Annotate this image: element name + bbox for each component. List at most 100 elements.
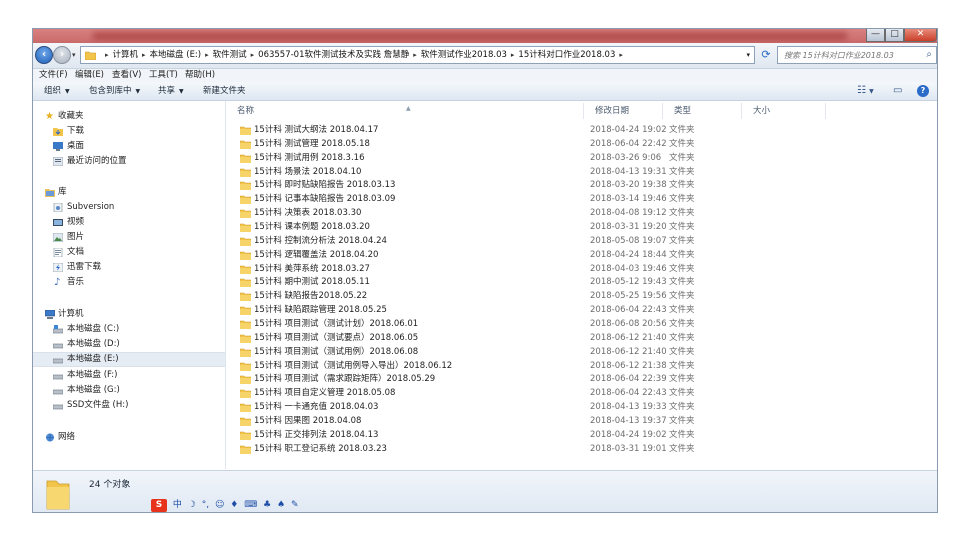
new-folder-button[interactable]: 新建文件夹 [203,82,246,100]
file-type: 文件夹 [669,360,695,371]
table-row[interactable]: 15计科 逻辑覆盖法 2018.04.20 2018-04-24 18:44 文件夹 [226,248,937,262]
table-row[interactable]: 15计科 项目测试（测试计划）2018.06.01 2018-06-08 20:5… [226,317,937,331]
title-bar[interactable]: — □ ✕ [33,29,937,43]
table-row[interactable]: 15计科 控制流分析法 2018.04.24 2018-05-08 19:07 文件… [226,234,937,248]
search-input[interactable] [784,48,922,62]
nav-network[interactable]: 网络 [33,430,225,445]
nav-item-drive-g[interactable]: 本地磁盘 (G:) [33,383,225,398]
table-row[interactable]: 15计科 缺陷报告2018.05.22 2018-05-25 19:56 文件夹 [226,289,937,303]
recent-pages-dropdown-icon[interactable]: ▾ [72,51,76,59]
table-row[interactable]: 15计科 项目自定义管理 2018.05.08 2018-06-04 22:43 文… [226,386,937,400]
table-row[interactable]: 15计科 场景法 2018.04.10 2018-04-13 19:31 文件夹 [226,165,937,179]
table-row[interactable]: 15计科 即时贴缺陷报告 2018.03.13 2018-03-20 19:38 文… [226,178,937,192]
keyboard-icon[interactable]: ⌨ [244,499,257,512]
table-row[interactable]: 15计科 正交排列法 2018.04.13 2018-04-24 19:02 文件夹 [226,428,937,442]
nav-item-videos[interactable]: 视频 [33,215,225,230]
nav-item-recent[interactable]: 最近访问的位置 [33,154,225,169]
nav-item-documents[interactable]: 文档 [33,245,225,260]
table-row[interactable]: 15计科 记事本缺陷报告 2018.03.09 2018-03-14 19:46 文… [226,192,937,206]
nav-item-drive-f[interactable]: 本地磁盘 (F:) [33,368,225,383]
organize-button[interactable]: 组织 ▼ [44,82,70,101]
close-button[interactable]: ✕ [904,29,937,42]
breadcrumb-separator-icon[interactable]: ▸ [413,51,417,59]
minimize-button[interactable]: — [866,29,885,42]
help-icon[interactable]: ? [917,85,929,97]
table-row[interactable]: 15计科 美萍系统 2018.03.27 2018-04-03 19:46 文件夹 [226,262,937,276]
skin-icon[interactable]: ♣ [263,499,271,512]
breadcrumb-separator-icon[interactable]: ▸ [619,51,623,59]
nav-item-pictures[interactable]: 图片 [33,230,225,245]
microphone-icon[interactable]: ♦ [230,499,238,512]
breadcrumb-separator-icon[interactable]: ▸ [105,51,109,59]
column-header-name[interactable]: ▲ 名称 [226,103,584,119]
address-bar[interactable]: ▸ 计算机 ▸ 本地磁盘 (E:) ▸ 软件测试 ▸ 063557-01软件测试技术及实践 詹… [80,46,755,64]
breadcrumb-item[interactable]: 软件测试作业2018.03 [421,50,507,60]
table-row[interactable]: 15计科 一卡通充值 2018.04.03 2018-04-13 19:33 文件夹 [226,400,937,414]
table-row[interactable]: 15计科 项目测试（需求跟踪矩阵）2018.05.29 2018-06-04 22… [226,372,937,386]
nav-item-drive-d[interactable]: 本地磁盘 (D:) [33,337,225,352]
file-date: 2018-04-13 19:31 [590,166,667,177]
table-row[interactable]: 15计科 职工登记系统 2018.03.23 2018-03-31 19:01 文件… [226,442,937,456]
menu-file[interactable]: 文件(F) [39,69,68,82]
column-header-size[interactable]: 大小 [742,103,826,119]
punctuation-icon[interactable]: °, [202,499,209,512]
address-dropdown-icon[interactable]: ▾ [746,47,750,63]
breadcrumb-separator-icon[interactable]: ▸ [205,51,209,59]
table-row[interactable]: 15计科 项目测试（测试用例导入导出）2018.06.12 2018-06-12 … [226,359,937,373]
breadcrumb-item[interactable]: 063557-01软件测试技术及实践 詹慧静 [258,50,409,60]
breadcrumb-separator-icon[interactable]: ▸ [511,51,515,59]
column-header-type[interactable]: 类型 [663,103,742,119]
breadcrumb-item[interactable]: 计算机 [113,50,139,60]
file-date: 2018-04-24 18:44 [590,249,667,260]
shirt-icon[interactable]: ♠ [277,499,285,512]
search-icon[interactable]: ⌕ [926,49,932,60]
table-row[interactable]: 15计科 决策表 2018.03.30 2018-04-08 19:12 文件夹 [226,206,937,220]
nav-libraries[interactable]: 库 [33,185,225,200]
ime-toolbar[interactable]: S 中 ☽ °, ☺ ♦ ⌨ ♣ ♠ ✎ [151,499,302,512]
nav-item-drive-c[interactable]: 本地磁盘 (C:) [33,322,225,337]
preview-pane-icon[interactable]: ▭ [893,85,902,97]
table-row[interactable]: 15计科 期中测试 2018.05.11 2018-05-12 19:43 文件夹 [226,275,937,289]
include-library-button[interactable]: 包含到库中 ▼ [89,82,140,101]
nav-item-subversion[interactable]: Subversion [33,200,225,215]
menu-tools[interactable]: 工具(T) [149,69,178,82]
nav-item-downloads[interactable]: 下载 [33,124,225,139]
forward-button[interactable]: › [53,46,71,64]
view-options-icon[interactable]: ☷ ▼ [857,85,874,97]
menu-edit[interactable]: 编辑(E) [75,69,104,82]
menu-help[interactable]: 帮助(H) [185,69,215,82]
search-box[interactable]: ⌕ [777,46,937,64]
table-row[interactable]: 15计科 测试管理 2018.05.18 2018-06-04 22:42 文件夹 [226,137,937,151]
table-row[interactable]: 15计科 因果图 2018.04.08 2018-04-13 19:37 文件夹 [226,414,937,428]
refresh-icon[interactable]: ⟳ [759,48,773,62]
ime-mode-button[interactable]: 中 [173,499,182,512]
nav-favorites[interactable]: ★ 收藏夹 [33,109,225,124]
breadcrumb-item[interactable]: 15计科对口作业2018.03 [518,50,615,60]
nav-item-drive-h[interactable]: SSD文件盘 (H:) [33,398,225,413]
nav-item-drive-e[interactable]: 本地磁盘 (E:) [33,352,225,367]
table-row[interactable]: 15计科 课本例题 2018.03.20 2018-03-31 19:20 文件夹 [226,220,937,234]
halfwidth-moon-icon[interactable]: ☽ [188,499,196,512]
maximize-button[interactable]: □ [885,29,904,42]
breadcrumb-item[interactable]: 本地磁盘 (E:) [150,50,202,60]
back-button[interactable]: ‹ [35,46,53,64]
menu-view[interactable]: 查看(V) [112,69,141,82]
table-row[interactable]: 15计科 项目测试（测试要点）2018.06.05 2018-06-12 21:4… [226,331,937,345]
breadcrumb-separator-icon[interactable]: ▸ [251,51,255,59]
nav-item-desktop[interactable]: 桌面 [33,139,225,154]
nav-item-thunder-downloads[interactable]: 迅雷下载 [33,260,225,275]
breadcrumb-item[interactable]: 软件测试 [213,50,247,60]
tools-icon[interactable]: ✎ [291,499,299,512]
file-name: 15计科 项目测试（测试计划）2018.06.01 [254,319,419,330]
emoji-icon[interactable]: ☺ [215,499,224,512]
table-row[interactable]: 15计科 测试大纲法 2018.04.17 2018-04-24 19:02 文件夹 [226,123,937,137]
column-header-date[interactable]: 修改日期 [584,103,663,119]
breadcrumb-separator-icon[interactable]: ▸ [142,51,146,59]
nav-item-music[interactable]: ♪ 音乐 [33,275,225,290]
table-row[interactable]: 15计科 测试用例 2018.3.16 2018-03-26 9:06 文件夹 [226,151,937,165]
table-row[interactable]: 15计科 缺陷跟踪管理 2018.05.25 2018-06-04 22:43 文件… [226,303,937,317]
nav-computer[interactable]: 计算机 [33,307,225,322]
table-row[interactable]: 15计科 项目测试（测试用例）2018.06.08 2018-06-12 21:4… [226,345,937,359]
share-button[interactable]: 共享 ▼ [158,82,184,101]
sogou-logo-icon[interactable]: S [151,499,167,512]
